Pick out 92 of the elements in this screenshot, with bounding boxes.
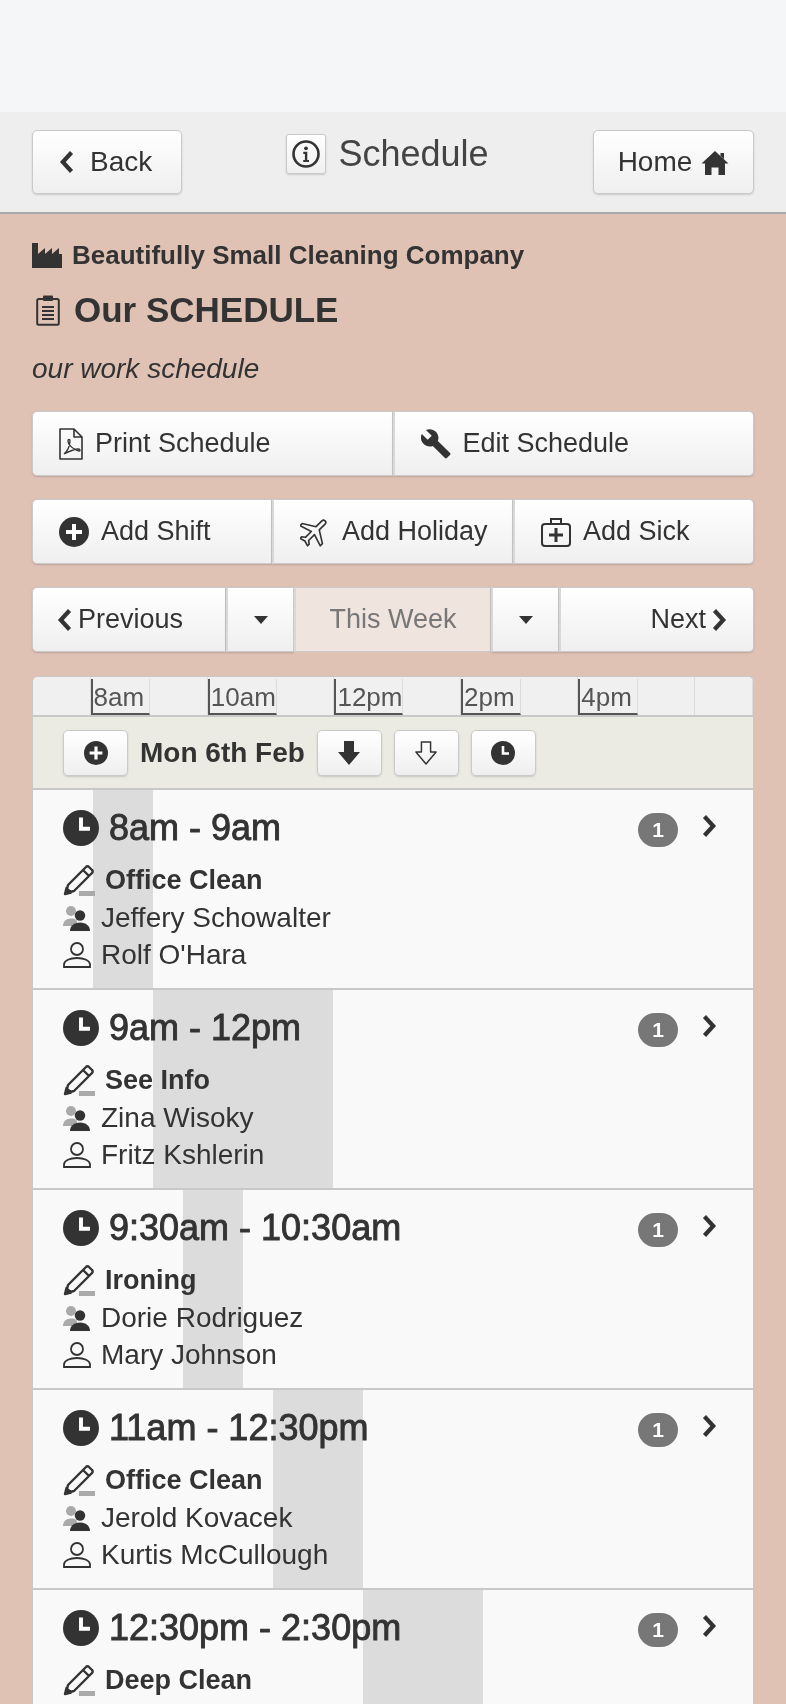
time-label: 12pm <box>336 681 403 713</box>
pencil-icon <box>63 1664 95 1696</box>
info-icon <box>292 140 321 168</box>
person-name: Dorie Rodriguez <box>101 1301 304 1334</box>
users-icon <box>63 1504 91 1531</box>
arrow-down-outline-button[interactable] <box>393 729 459 776</box>
home-button[interactable]: Home <box>593 130 754 194</box>
time-label: 2pm <box>463 681 515 713</box>
shift-time: 12:30pm - 2:30pm <box>109 1606 402 1650</box>
arrow-down-button[interactable] <box>316 729 382 776</box>
task-name: See Info <box>105 1064 211 1096</box>
print-button[interactable]: Print Schedule <box>32 411 393 476</box>
task-name: Ironing <box>105 1264 197 1296</box>
down-arrow-icon <box>338 740 361 765</box>
person-name: Jeffery Schowalter <box>101 901 331 934</box>
clock-icon <box>63 1010 99 1046</box>
time-label: 10am <box>209 681 276 713</box>
caret-down-icon <box>253 615 268 624</box>
add-shift-button[interactable]: Add Shift <box>32 499 272 564</box>
pdf-file-icon <box>59 427 83 460</box>
chevron-right-icon <box>702 1214 717 1238</box>
chevron-right-icon <box>702 1414 717 1438</box>
clipboard-icon <box>36 294 60 326</box>
person-icon <box>63 1141 91 1168</box>
task-name: Deep Clean <box>105 1664 253 1696</box>
page-title: Our SCHEDULE <box>74 289 339 331</box>
wrench-icon <box>420 428 451 459</box>
pencil-icon <box>63 1264 95 1296</box>
person-name: Jerold Kovacek <box>101 1501 293 1534</box>
person-icon <box>63 1541 91 1568</box>
time-label: 4pm <box>580 681 632 713</box>
shift-time: 8am - 9am <box>109 806 282 850</box>
clock-icon <box>63 1410 99 1446</box>
task-name: Office Clean <box>105 864 263 896</box>
time-label: 8am <box>92 681 145 713</box>
clock-icon <box>63 1610 99 1646</box>
shift-time: 11am - 12:30pm <box>109 1406 369 1450</box>
pencil-icon <box>63 864 95 896</box>
chevron-right-icon <box>702 1014 717 1038</box>
medical-kit-icon <box>541 516 571 547</box>
clock-icon <box>63 810 99 846</box>
shift-card[interactable]: 11am - 12:30pm 1 Office Clean Jerold Kovacek Kurtis McCullough <box>33 1390 753 1590</box>
next-button[interactable]: Next <box>559 587 754 652</box>
count-badge: 1 <box>638 1013 678 1047</box>
chevron-left-icon <box>59 150 74 174</box>
users-icon <box>63 904 91 931</box>
chevron-right-icon <box>712 607 727 632</box>
users-icon <box>63 1104 91 1131</box>
count-badge: 1 <box>638 1413 678 1447</box>
plus-circle-icon <box>59 516 89 547</box>
shift-card[interactable]: 9:30am - 10:30am 1 Ironing Dorie Rodriguez Mary Johnson <box>33 1190 753 1390</box>
previous-button[interactable]: Previous <box>32 587 226 652</box>
person-icon <box>63 1341 91 1368</box>
person-name: Rolf O'Hara <box>101 938 247 971</box>
shift-card[interactable]: 8am - 9am 1 Office Clean Jeffery Schowalter Rolf O'Hara <box>33 790 753 990</box>
airplane-icon <box>300 516 330 547</box>
person-name: Fritz Kshlerin <box>101 1138 265 1171</box>
task-name: Office Clean <box>105 1464 263 1496</box>
clock-button[interactable] <box>470 729 536 776</box>
shift-card[interactable]: 9am - 12pm 1 See Info Zina Wisoky Fritz Kshlerin <box>33 990 753 1190</box>
caret-down-icon <box>518 615 533 624</box>
add-sick-button[interactable]: Add Sick <box>513 499 754 564</box>
factory-icon <box>32 242 62 268</box>
users-icon <box>63 1304 91 1331</box>
chevron-right-icon <box>702 1614 717 1638</box>
chevron-left-icon <box>57 607 72 632</box>
shift-time: 9:30am - 10:30am <box>109 1206 402 1250</box>
info-button[interactable] <box>286 134 327 174</box>
count-badge: 1 <box>638 1213 678 1247</box>
pencil-icon <box>63 1064 95 1096</box>
day-label: Mon 6th Feb <box>140 735 305 770</box>
add-button[interactable] <box>63 729 128 776</box>
clock-icon <box>491 740 516 765</box>
home-icon <box>701 149 730 175</box>
company-name: Beautifully Small Cleaning Company <box>72 240 525 270</box>
page-subtitle: our work schedule <box>32 354 260 384</box>
shift-time: 9am - 12pm <box>109 1006 302 1050</box>
person-name: Kurtis McCullough <box>101 1538 329 1571</box>
count-badge: 1 <box>638 1613 678 1647</box>
person-icon <box>63 941 91 968</box>
person-name: Mary Johnson <box>101 1338 277 1371</box>
edit-button[interactable]: Edit Schedule <box>392 411 754 476</box>
plus-circle-icon <box>83 740 108 765</box>
add-holiday-button[interactable]: Add Holiday <box>272 499 513 564</box>
clock-icon <box>63 1210 99 1246</box>
screen-title: Schedule <box>338 132 489 176</box>
down-arrow-outline-icon <box>415 740 438 765</box>
person-name: Zina Wisoky <box>101 1101 254 1134</box>
pencil-icon <box>63 1464 95 1496</box>
chevron-right-icon <box>702 814 717 838</box>
back-button[interactable]: Back <box>32 130 182 194</box>
count-badge: 1 <box>638 813 678 847</box>
